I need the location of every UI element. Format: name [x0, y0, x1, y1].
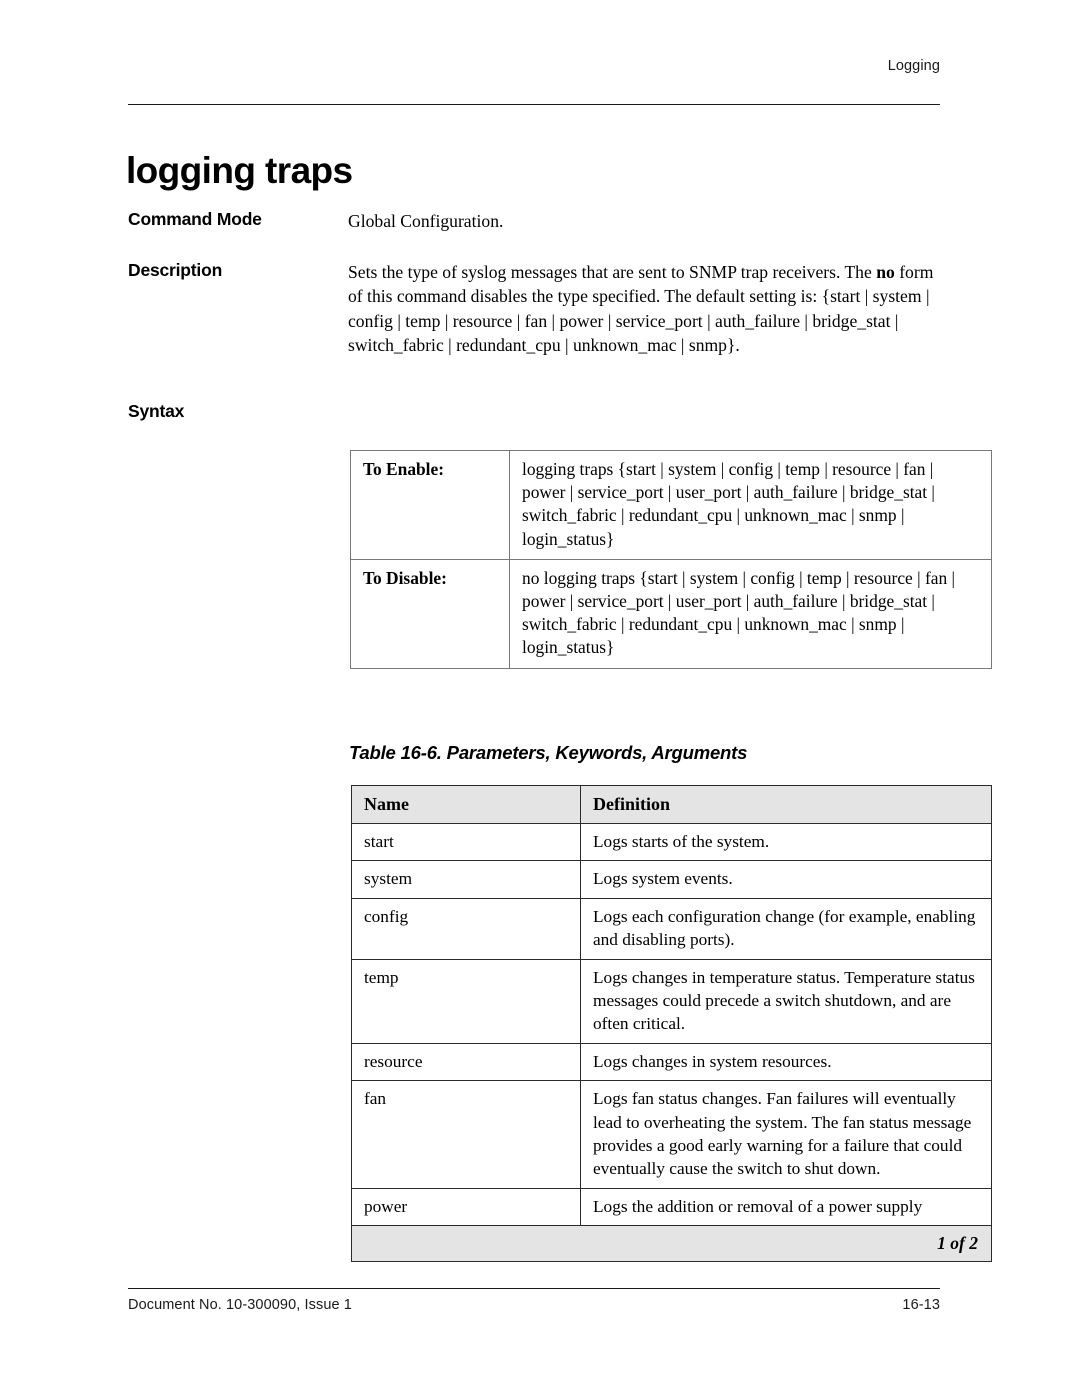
- param-name: start: [351, 822, 581, 862]
- syntax-disable-command: no logging traps {start | system | confi…: [509, 558, 992, 669]
- param-definition: Logs starts of the system.: [580, 822, 992, 862]
- table-continuation-label: 1 of 2: [351, 1225, 992, 1263]
- description-bold-keyword: no: [876, 262, 895, 282]
- footer-divider: [128, 1288, 940, 1289]
- param-definition: Logs changes in temperature status. Temp…: [580, 958, 992, 1044]
- syntax-enable-command: logging traps {start | system | config |…: [509, 450, 992, 560]
- param-definition: Logs changes in system resources.: [580, 1042, 992, 1082]
- column-header-definition: Definition: [580, 785, 992, 824]
- param-definition: Logs the addition or removal of a power …: [580, 1187, 992, 1227]
- page-title: logging traps: [126, 149, 353, 191]
- syntax-heading: Syntax: [128, 401, 185, 421]
- parameters-table: Name Definition start Logs starts of the…: [351, 785, 992, 1263]
- param-name: fan: [351, 1080, 581, 1189]
- param-definition: Logs each configuration change (for exam…: [580, 897, 992, 960]
- table-row: power Logs the addition or removal of a …: [351, 1187, 992, 1227]
- command-mode-value: Global Configuration.: [348, 211, 504, 231]
- param-name: system: [351, 860, 581, 899]
- param-name: resource: [351, 1042, 581, 1082]
- syntax-disable-label: To Disable:: [350, 558, 510, 669]
- syntax-row-disable: To Disable: no logging traps {start | sy…: [350, 558, 992, 669]
- column-header-name: Name: [351, 785, 581, 824]
- table-row: temp Logs changes in temperature status.…: [351, 958, 992, 1044]
- table-row: resource Logs changes in system resource…: [351, 1042, 992, 1082]
- syntax-enable-label: To Enable:: [350, 450, 510, 560]
- param-definition: Logs fan status changes. Fan failures wi…: [580, 1080, 992, 1189]
- param-name: config: [351, 897, 581, 960]
- header-divider: [128, 104, 940, 105]
- table-row: system Logs system events.: [351, 860, 992, 899]
- syntax-table: To Enable: logging traps {start | system…: [350, 450, 992, 669]
- footer-page-number: 16-13: [902, 1297, 940, 1313]
- command-mode-label: Command Mode: [128, 209, 262, 229]
- description-text-part-1: Sets the type of syslog messages that ar…: [348, 262, 877, 282]
- description-label: Description: [128, 260, 223, 280]
- param-name: power: [351, 1187, 581, 1227]
- param-definition: Logs system events.: [580, 860, 992, 899]
- param-name: temp: [351, 958, 581, 1044]
- syntax-row-enable: To Enable: logging traps {start | system…: [350, 450, 992, 560]
- parameters-table-caption: Table 16-6. Parameters, Keywords, Argume…: [349, 742, 748, 763]
- table-continuation-row: 1 of 2: [351, 1225, 992, 1263]
- footer-document-number: Document No. 10-300090, Issue 1: [128, 1297, 352, 1313]
- table-header-row: Name Definition: [351, 785, 992, 824]
- document-page: Logging logging traps Command Mode Globa…: [0, 0, 1080, 1397]
- table-row: start Logs starts of the system.: [351, 822, 992, 862]
- table-row: fan Logs fan status changes. Fan failure…: [351, 1080, 992, 1189]
- table-row: config Logs each configuration change (f…: [351, 897, 992, 960]
- description-value: Sets the type of syslog messages that ar…: [348, 260, 940, 357]
- running-header: Logging: [887, 58, 940, 74]
